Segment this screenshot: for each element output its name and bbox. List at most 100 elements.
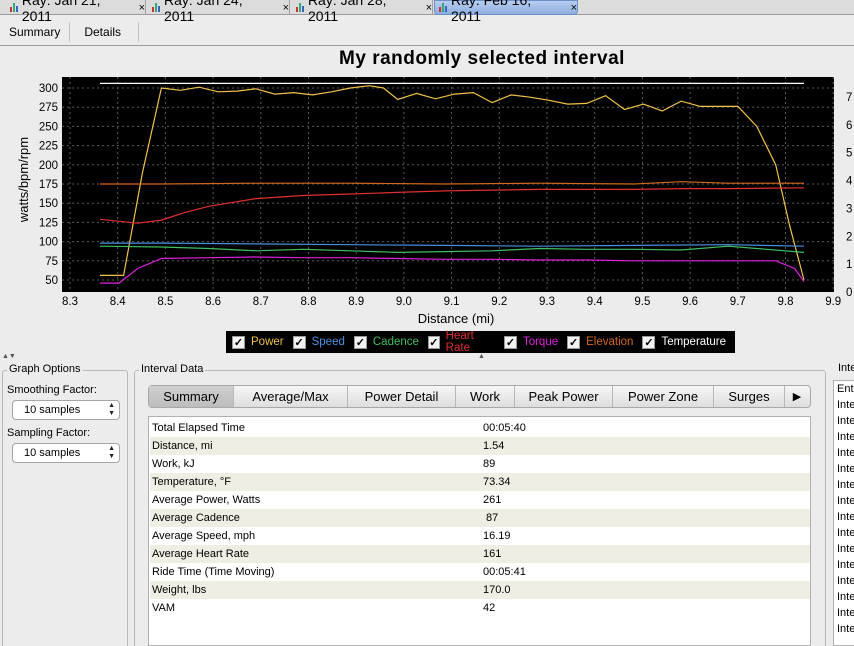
y-tick-label: 275 (39, 102, 58, 114)
doc-tab-label: Ray: Jan 24, 2011 (164, 0, 243, 24)
x-axis-label: Distance (mi) (418, 311, 495, 326)
list-item[interactable]: Inte (834, 605, 854, 621)
checkbox-icon[interactable]: ✓ (292, 335, 306, 349)
x-tick-label: 9.4 (587, 296, 604, 308)
list-item[interactable]: Inte (834, 445, 854, 461)
divider (0, 45, 854, 46)
list-item[interactable]: Inte (834, 397, 854, 413)
close-icon[interactable]: × (426, 2, 432, 14)
list-item[interactable]: Inte (834, 525, 854, 541)
view-tab-bar: Summary Details (0, 22, 140, 42)
tab-peak-power[interactable]: Peak Power (515, 386, 613, 407)
x-tick-label: 8.8 (301, 296, 317, 308)
checkbox-icon[interactable]: ✓ (567, 335, 581, 349)
splitter[interactable]: ▲▼ ▲ (0, 353, 854, 361)
checkbox-icon[interactable]: ✓ (427, 335, 440, 349)
legend-item[interactable]: ✓ Speed (292, 335, 345, 349)
list-item[interactable]: Inte (834, 493, 854, 509)
table-row[interactable]: Temperature, °F 73.34 (150, 473, 810, 491)
close-icon[interactable]: × (139, 2, 145, 14)
list-item[interactable]: Inte (834, 621, 854, 637)
checkbox-icon[interactable]: ✓ (642, 335, 656, 349)
legend-item[interactable]: ✓ Elevation (567, 335, 634, 349)
doc-tab-0[interactable]: Ray: Jan 21, 2011 × (6, 0, 146, 24)
doc-tab-3[interactable]: Ray: Feb 16, 2011 × (434, 0, 578, 24)
doc-tab-1[interactable]: Ray: Jan 24, 2011 × (148, 0, 290, 24)
tab-work[interactable]: Work (456, 386, 515, 407)
x-tick-label: 8.3 (62, 296, 78, 308)
x-tick-label: 9.9 (825, 296, 841, 308)
list-item[interactable]: Inte (834, 413, 854, 429)
table-row[interactable]: Average Cadence 87 (150, 509, 810, 527)
row-value: 261 (483, 494, 502, 506)
chart-icon (152, 3, 160, 12)
x-tick-label: 8.5 (157, 296, 173, 308)
tab-surges[interactable]: Surges (714, 386, 785, 407)
tab-average-max[interactable]: Average/Max (234, 386, 348, 407)
tab-power-zone[interactable]: Power Zone (613, 386, 714, 407)
legend-label: Heart Rate (445, 330, 474, 354)
x-tick-label: 9.6 (682, 296, 698, 308)
table-row[interactable]: Distance, mi 1.54 (150, 437, 810, 455)
chart-legend: ✓ Power ✓ Speed ✓ Cadence ✓ Heart Rate ✓ Torque ✓ E… (226, 330, 735, 354)
legend-label: Torque (522, 336, 559, 348)
list-item[interactable]: Inte (834, 557, 854, 573)
doc-tab-2[interactable]: Ray: Jan 28, 2011 × (292, 0, 433, 24)
legend-label: Cadence (372, 336, 419, 348)
smoothing-factor-spinner[interactable]: 10 samples ▲ ▼ (12, 400, 120, 420)
table-row[interactable]: Average Heart Rate 161 (150, 545, 810, 563)
tab-details[interactable]: Details (70, 22, 140, 42)
table-row[interactable]: Average Speed, mph 16.19 (150, 527, 810, 545)
row-label: Distance, mi (152, 440, 213, 452)
x-tick-label: 8.9 (348, 296, 364, 308)
checkbox-icon[interactable]: ✓ (503, 335, 517, 349)
list-item[interactable]: Inte (834, 589, 854, 605)
legend-label: Speed (311, 336, 345, 348)
list-item[interactable]: Inte (834, 477, 854, 493)
table-row[interactable]: Total Elapsed Time 00:05:40 (150, 419, 810, 437)
tab-summary[interactable]: Summary (149, 386, 234, 407)
legend-label: Power (251, 336, 284, 348)
tab-power-detail[interactable]: Power Detail (348, 386, 456, 407)
smoothing-value: 10 samples (24, 404, 81, 416)
table-row[interactable]: VAM 42 (150, 599, 810, 617)
legend-item[interactable]: ✓ Temperature (642, 335, 726, 349)
legend-label: Elevation (586, 336, 634, 348)
legend-item[interactable]: ✓ Cadence (353, 335, 419, 349)
list-item[interactable]: Inte (834, 461, 854, 477)
sampling-factor-spinner[interactable]: 10 samples ▲ ▼ (12, 443, 120, 463)
x-tick-label: 9.7 (730, 296, 746, 308)
row-value: 1.54 (483, 440, 505, 452)
list-item[interactable]: Inte (834, 573, 854, 589)
legend-item[interactable]: ✓ Heart Rate (427, 330, 495, 354)
spinner-arrows-icon[interactable]: ▲ ▼ (108, 445, 115, 461)
doc-tab-label: Ray: Jan 21, 2011 (21, 0, 101, 24)
doc-tab-label: Ray: Feb 16, 2011 (450, 0, 531, 24)
list-item[interactable]: Inte (834, 541, 854, 557)
table-row[interactable]: Work, kJ 89 (150, 455, 810, 473)
table-row[interactable]: Weight, lbs 170.0 (150, 581, 810, 599)
spinner-arrows-icon[interactable]: ▲ ▼ (108, 402, 115, 418)
legend-item[interactable]: ✓ Power (232, 335, 284, 349)
splitter-grip-icon[interactable]: ▲ (478, 353, 485, 360)
close-icon[interactable]: × (571, 2, 577, 14)
graph-options-title: Graph Options (7, 363, 83, 375)
interval-list[interactable]: Ent Inte Inte Inte Inte Inte Inte Inte Inte Inte I… (833, 380, 854, 646)
legend-item[interactable]: ✓ Torque (503, 335, 559, 349)
list-item[interactable]: Inte (834, 429, 854, 445)
tab-scroll-right-icon[interactable]: ▶ (785, 386, 809, 407)
y-tick-label: 75 (45, 256, 58, 268)
y-tick-label: 225 (39, 141, 58, 153)
close-icon[interactable]: × (283, 2, 289, 14)
checkbox-icon[interactable]: ✓ (232, 335, 245, 349)
x-tick-label: 9.3 (539, 296, 555, 308)
table-row[interactable]: Ride Time (Time Moving) 00:05:41 (150, 563, 810, 581)
tab-summary[interactable]: Summary (0, 22, 71, 42)
row-label: Average Speed, mph (152, 530, 256, 542)
list-item[interactable]: Inte (834, 509, 854, 525)
collapse-up-icon[interactable]: ▲▼ (2, 353, 16, 360)
checkbox-icon[interactable]: ✓ (353, 335, 367, 349)
list-item[interactable]: Ent (834, 381, 854, 397)
table-row[interactable]: Average Power, Watts 261 (150, 491, 810, 509)
graph-options-panel: Graph Options Smoothing Factor: 10 sampl… (2, 363, 128, 646)
